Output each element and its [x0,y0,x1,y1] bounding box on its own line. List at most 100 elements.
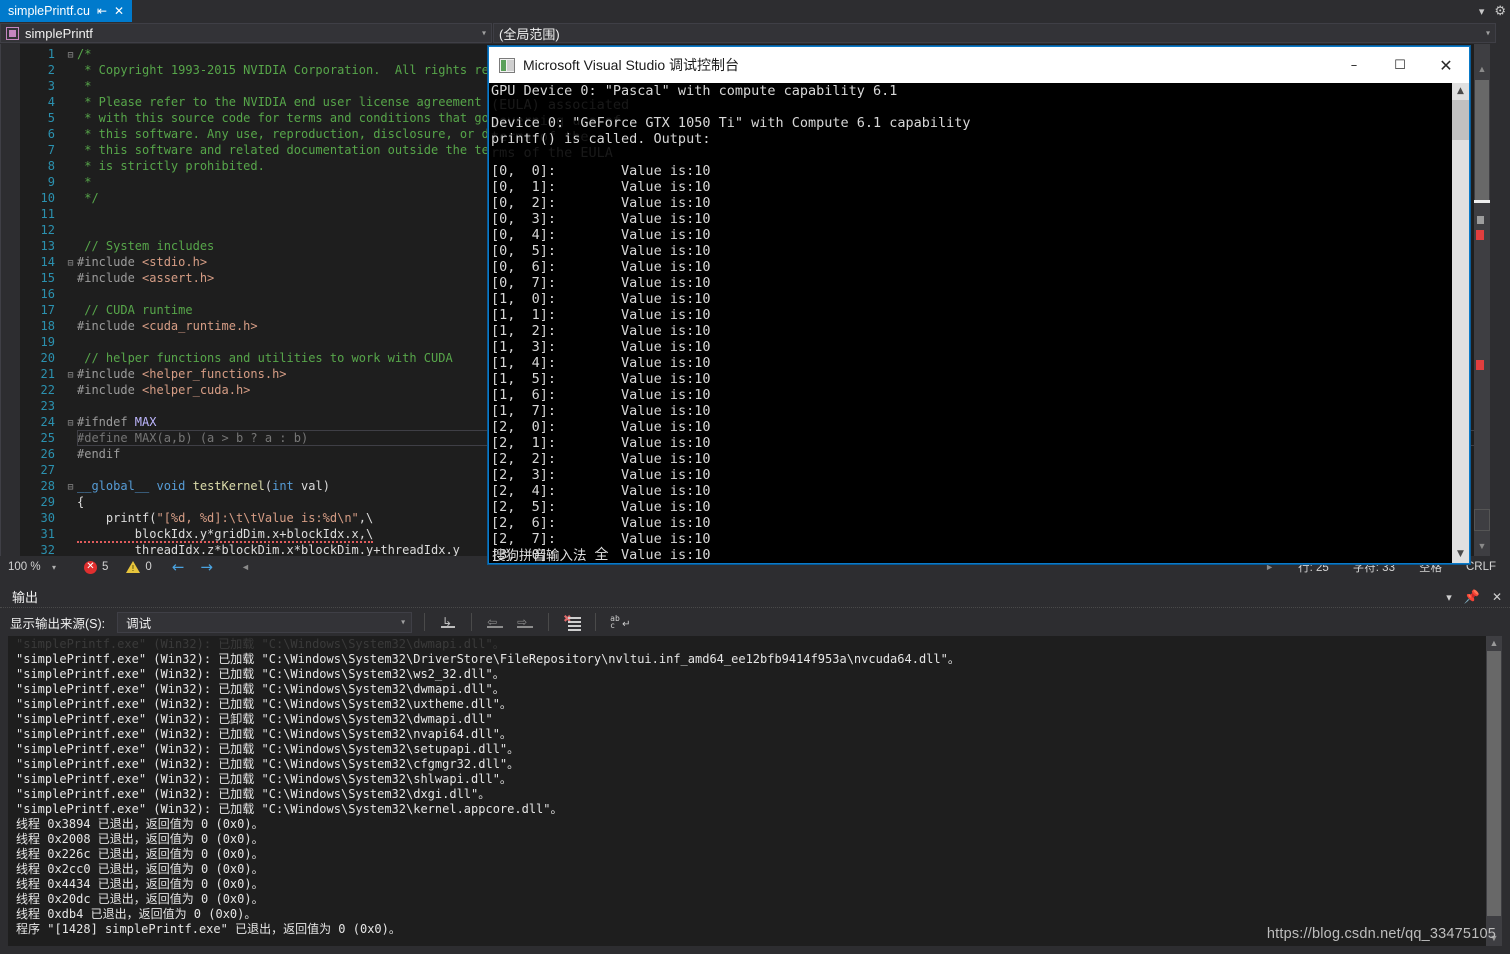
thread-value: Value is:10 [556,403,711,419]
editor-scroll-box [1474,509,1490,531]
error-count-badge[interactable]: ✕ 5 [84,560,108,574]
line-number: 18 [40,319,55,333]
thread-index: [0, 7]: [491,275,557,291]
editor-indicator-margin [1,44,20,556]
close-icon[interactable]: ✕ [1423,47,1469,83]
line-number: 24 [40,415,55,429]
line-number: 23 [40,399,55,413]
chevron-down-icon[interactable]: ▾ [52,563,56,572]
output-line: "simplePrintf.exe" (Win32): 已加载 "C:\Wind… [16,727,512,741]
arrow-left-icon[interactable]: ← [172,558,185,576]
code-token: * this software. Any use, reproduction, … [77,127,489,141]
line-number: 16 [40,287,55,301]
code-token: #include [77,383,143,397]
arrow-right-icon[interactable]: → [200,558,213,576]
thread-value: Value is:10 [556,451,711,467]
chevron-down-icon[interactable]: ▾ [1486,29,1490,38]
maximize-icon[interactable]: ☐ [1377,47,1423,83]
thread-index: [1, 1]: [491,307,557,323]
collapse-caret-icon[interactable]: ◄ [241,562,250,572]
line-number: 28 [40,479,55,493]
code-token: * is strictly prohibited. [77,159,265,173]
line-number: 20 [40,351,55,365]
code-token: * Copyright 1993-2015 NVIDIA Corporation… [77,63,489,77]
output-source-dropdown[interactable]: 调试 ▾ [117,611,413,633]
minimize-icon[interactable]: – [1331,47,1377,83]
console-output-row: [1, 4]: Value is:10 [491,355,1451,371]
console-output-row: [0, 7]: Value is:10 [491,275,1451,291]
chevron-down-icon[interactable]: ▾ [482,29,486,38]
output-line: "simplePrintf.exe" (Win32): 已加载 "C:\Wind… [16,667,505,681]
chevron-up-icon[interactable]: ▲ [1452,83,1469,100]
zoom-level-control[interactable]: 100 % ▾ [0,561,62,573]
eol-indicator[interactable]: CRLF [1466,561,1496,573]
output-line: "simplePrintf.exe" (Win32): 已卸载 "C:\Wind… [16,712,493,726]
go-to-previous-icon[interactable]: ⇦ [484,611,506,633]
code-token: "[%d, %d]:\t\tValue is:%d\n" [156,511,359,525]
code-token: * [77,175,92,189]
code-token: __global__ [77,479,150,493]
close-icon[interactable]: ✕ [1492,590,1502,604]
output-line: "simplePrintf.exe" (Win32): 已加载 "C:\Wind… [16,802,563,816]
line-number: 8 [47,159,55,173]
scrollbar-thumb[interactable] [1475,80,1489,200]
debug-console-window[interactable]: Microsoft Visual Studio 调试控制台 – ☐ ✕ (EUL… [488,46,1470,564]
pin-icon[interactable]: ⇤ [97,5,107,17]
code-token: // helper functions and utilities to wor… [77,351,453,365]
chevron-down-icon[interactable]: ▾ [1479,5,1485,18]
triangle-down-icon[interactable]: ▼ [1474,539,1490,554]
triangle-up-icon[interactable]: ▲ [1474,62,1490,77]
scope-type-dropdown[interactable]: simplePrintf ▾ [0,23,492,43]
error-icon: ✕ [84,560,97,574]
chevron-down-icon[interactable]: ▾ [1446,591,1452,604]
code-token: ,\ [358,511,374,525]
toggle-word-wrap-icon[interactable]: ab c ↵ [608,611,630,633]
console-output-row: [0, 0]: Value is:10 [491,163,1451,179]
triangle-up-icon[interactable]: ▲ [1486,636,1502,651]
gear-icon[interactable]: ⚙ [1494,3,1506,19]
line-number: 26 [40,447,55,461]
output-vertical-scrollbar[interactable]: ▲ ▼ [1486,636,1502,946]
scrollbar-thumb[interactable] [1487,651,1501,916]
chevron-down-icon[interactable]: ▾ [401,618,405,627]
code-text: * is strictly prohibited. [77,159,265,173]
scope-member-dropdown[interactable]: (全局范围) ▾ [493,23,1496,43]
console-output-row: [0, 2]: Value is:10 [491,195,1451,211]
console-vertical-scrollbar[interactable]: ▲ ▼ [1452,83,1469,563]
output-pane-header: 输出 ▾ 📌 ✕ [0,586,1510,608]
thread-value: Value is:10 [556,435,711,451]
console-output-row: [0, 6]: Value is:10 [491,259,1451,275]
output-pane-header-actions: ▾ 📌 ✕ [1446,586,1502,608]
output-line: 程序 "[1428] simplePrintf.exe" 已退出，返回值为 0 … [16,922,401,936]
warning-count-badge[interactable]: 0 [126,561,152,573]
code-token: blockIdx.y*gridDim.x+blockIdx.x,\ [77,527,374,543]
console-output-body[interactable]: (EULA) associated governing use of terms o… [489,83,1469,563]
thread-index: [1, 5]: [491,371,557,387]
editor-vertical-scrollbar[interactable]: ▲ ▼ [1474,44,1490,556]
code-text: * with this source code for terms and co… [77,111,489,125]
console-output-row: [2, 5]: Value is:10 [491,499,1451,515]
line-number: 2 [47,63,55,77]
output-line: 线程 0x4434 已退出，返回值为 0 (0x0)。 [16,877,264,891]
line-number: 10 [40,191,55,205]
code-text: #include <cuda_runtime.h> [77,319,258,333]
close-icon[interactable]: ✕ [114,5,124,17]
output-line: 线程 0x2008 已退出，返回值为 0 (0x0)。 [16,832,264,846]
pin-icon[interactable]: 📌 [1464,589,1480,605]
output-text-area[interactable]: "simplePrintf.exe" (Win32): 已加载 "C:\Wind… [8,636,1486,946]
ime-status-overlay: 搜狗拼音输入法 全 [490,543,790,564]
go-to-next-icon[interactable]: ⇨ [514,611,536,633]
scrollbar-thumb[interactable] [1452,100,1469,140]
code-token: // System includes [77,239,215,253]
thread-index: [0, 0]: [491,163,557,179]
tab-simplePrintf-cu[interactable]: simplePrintf.cu ⇤ ✕ [0,0,133,22]
code-token: <cuda_runtime.h> [142,319,258,333]
console-title-bar[interactable]: Microsoft Visual Studio 调试控制台 – ☐ ✕ [489,47,1469,83]
zoom-level-value: 100 % [8,561,41,573]
find-message-icon[interactable]: ↳ [437,611,459,633]
chevron-down-icon[interactable]: ▼ [1452,546,1469,563]
clear-all-icon[interactable]: ✖ [561,611,583,633]
ime-mode: 全 [594,545,609,562]
thread-index: [1, 7]: [491,403,557,419]
line-number: 13 [40,239,55,253]
